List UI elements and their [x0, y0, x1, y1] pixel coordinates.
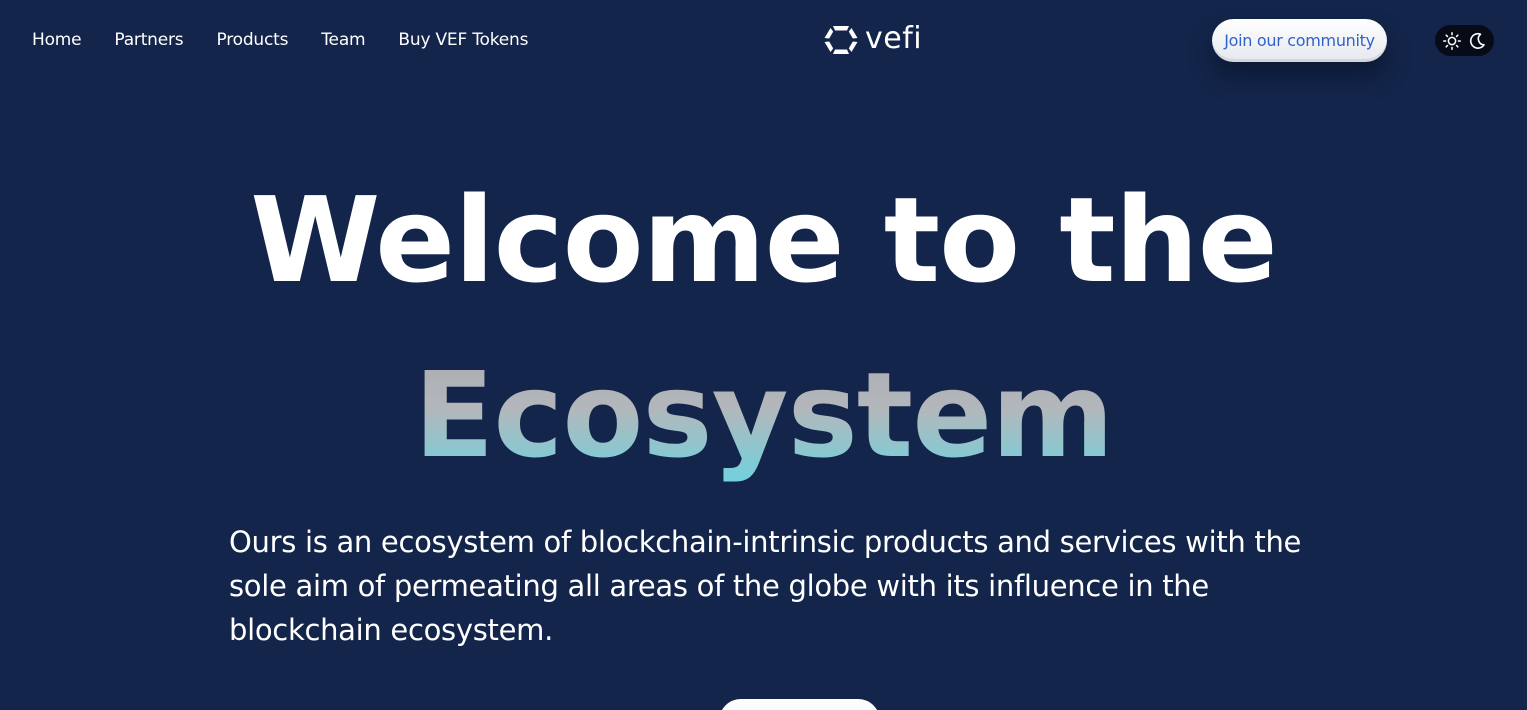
brand-name: vefi: [865, 21, 923, 56]
nav-partners[interactable]: Partners: [114, 28, 183, 52]
hero-title-line1: Welcome to the: [250, 171, 1278, 309]
page: Home Partners Products Team Buy VEF Toke…: [0, 0, 1527, 710]
hero-title-line2: Ecosystem: [0, 345, 1527, 485]
site-header: Home Partners Products Team Buy VEF Toke…: [0, 0, 1527, 80]
theme-toggle[interactable]: [1435, 25, 1494, 56]
main-nav: Home Partners Products Team Buy VEF Toke…: [32, 28, 561, 52]
moon-icon[interactable]: [1467, 31, 1487, 51]
hexagon-ring-icon: [824, 26, 858, 54]
hero-cta-button[interactable]: [719, 699, 880, 710]
join-community-button[interactable]: Join our community: [1212, 19, 1387, 62]
hero-description: Ours is an ecosystem of blockchain-intri…: [229, 525, 1302, 647]
nav-team[interactable]: Team: [321, 28, 365, 52]
nav-buy-vef-tokens[interactable]: Buy VEF Tokens: [398, 28, 528, 52]
sun-icon[interactable]: [1442, 31, 1462, 51]
nav-products[interactable]: Products: [216, 28, 288, 52]
brand-logo[interactable]: vefi: [823, 21, 923, 58]
nav-home[interactable]: Home: [32, 28, 82, 52]
